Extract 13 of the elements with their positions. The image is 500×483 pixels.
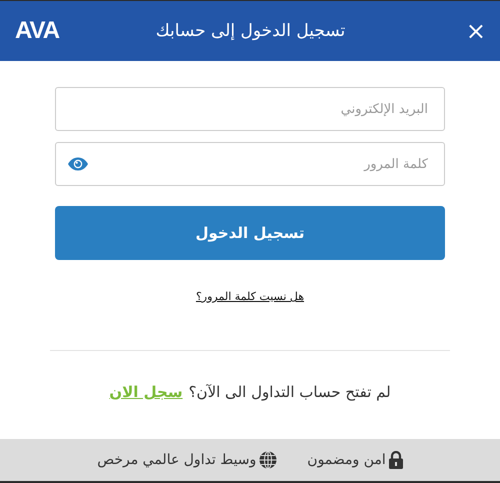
signup-prompt: لم تفتح حساب التداول الى الآن؟ — [188, 383, 391, 401]
globe-icon — [259, 451, 278, 469]
lock-icon — [388, 451, 403, 469]
login-button[interactable]: تسجيل الدخول — [55, 206, 445, 260]
password-field[interactable]: كلمة المرور — [55, 142, 445, 186]
forgot-password-link[interactable]: هل نسيت كلمة المرور؟ — [196, 290, 304, 303]
window-title: تسجيل الدخول إلى حسابك — [154, 21, 346, 41]
logo: AVA — [15, 17, 60, 45]
email-field[interactable]: البريد الإلكتروني — [55, 87, 445, 131]
footer-label: وسيط تداول عالمي مرخص — [97, 452, 256, 468]
footer-label: امن ومضمون — [307, 452, 386, 468]
eye-icon[interactable] — [67, 157, 89, 171]
close-button[interactable]: × — [456, 17, 486, 45]
